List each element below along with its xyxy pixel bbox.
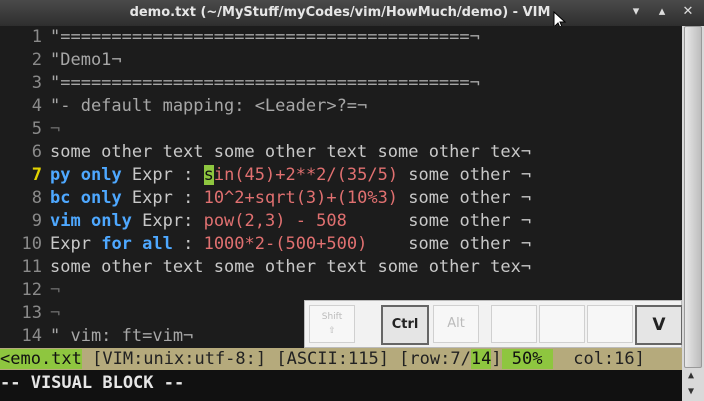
line-number: 12 [21, 280, 42, 300]
text-line: 13 ¬ [0, 302, 61, 325]
line-number: 6 [31, 142, 42, 162]
title-bar: demo.txt (~/MyStuff/myCodes/vim/HowMuch/… [0, 0, 704, 31]
text-line: 2 "Demo1¬ [0, 49, 122, 72]
line-number: 3 [31, 73, 42, 93]
line-text: some other text some other text some oth… [50, 257, 532, 277]
status-col: col:16] [552, 349, 645, 369]
text-line: 10 Expr for all : 1000*2-(500+500) some o… [0, 233, 532, 256]
line-text: " vim: ft=vim¬ [50, 326, 194, 346]
keyword: vim [50, 211, 81, 231]
text-line: 6 some other text some other text some ot… [0, 141, 531, 164]
text-line: 1 "======================================… [0, 26, 480, 49]
shift-key: Shift ⇧ [309, 305, 355, 343]
line-label: Expr: [131, 211, 204, 231]
alt-key: Alt [433, 305, 479, 343]
window-title: demo.txt (~/MyStuff/myCodes/vim/HowMuch/… [129, 5, 551, 20]
line-label: Expr : [121, 188, 204, 208]
line-number: 1 [31, 27, 42, 47]
text-line: 12 ¬ [0, 279, 61, 302]
line-number: 9 [31, 211, 42, 231]
text-line: 4 "- default mapping: <Leader>?=¬ [0, 95, 368, 118]
line-number: 2 [31, 50, 42, 70]
scroll-down-icon[interactable]: ▼ [688, 386, 694, 397]
text-line: 5 ¬ [0, 118, 61, 141]
blank-key [587, 305, 633, 343]
expression: 1000*2-(500+500) [203, 234, 368, 254]
keyword: py [50, 165, 71, 185]
blank-key [539, 305, 585, 343]
close-button[interactable]: ✕ [680, 4, 696, 20]
expression: in(45)+2**2/(35/5) [213, 165, 399, 185]
maximize-button[interactable]: ▴ [654, 4, 670, 20]
text-line: 14 " vim: ft=vim¬ [0, 325, 194, 348]
text-line: 8 bc only Expr : 10^2+sqrt(3)+(10%3) some… [0, 187, 531, 210]
status-filename: <emo.txt [0, 349, 82, 369]
status-row-total: 14 [470, 349, 492, 369]
current-line: 7 py only Expr : sin(45)+2**2/(35/5) some… [0, 164, 531, 187]
line-label: : [172, 234, 204, 254]
line-text: ¬ [50, 280, 61, 300]
line-text: "Demo1¬ [50, 50, 122, 70]
line-tail: some other ¬ [398, 188, 532, 208]
line-label: Expr [50, 234, 91, 254]
expression: 10^2+sqrt(3)+(10%3) [203, 188, 399, 208]
line-text: "=======================================… [50, 27, 480, 47]
status-bracket: ] [491, 349, 502, 369]
shift-key-label: Shift [321, 312, 343, 322]
line-number: 11 [21, 257, 42, 277]
text-line: 9 vim only Expr: pow(2,3) - 508 some othe… [0, 210, 531, 233]
keyword: for all [101, 234, 173, 254]
line-number: 14 [21, 326, 42, 346]
shift-arrow-icon: ⇧ [328, 326, 336, 336]
keyword: only [90, 211, 132, 231]
scroll-up-icon[interactable]: ▲ [688, 370, 694, 381]
line-text: ¬ [50, 303, 61, 323]
line-tail: some other ¬ [398, 165, 532, 185]
vertical-scrollbar[interactable]: ▲ ▼ [682, 26, 704, 401]
expression: pow(2,3) - 508 [203, 211, 347, 231]
line-text: "- default mapping: <Leader>?=¬ [50, 96, 368, 116]
keyword: only [80, 165, 122, 185]
status-percent: 50% [501, 349, 553, 369]
command-line: -- VISUAL BLOCK -- [0, 370, 682, 401]
line-number: 8 [31, 188, 42, 208]
line-text: ¬ [50, 119, 61, 139]
text-line: 11 some other text some other text some o… [0, 256, 532, 279]
line-number: 7 [31, 165, 42, 185]
keyword: only [80, 188, 122, 208]
line-number: 4 [31, 96, 42, 116]
text-line: 3 "======================================… [0, 72, 480, 95]
key-display-overlay: Shift ⇧ Ctrl Alt V [304, 300, 683, 348]
status-line: <emo.txt [VIM:unix:utf-8:] [ASCII:115] [… [0, 348, 682, 370]
status-info: [VIM:unix:utf-8:] [ASCII:115] [row:7/ [81, 349, 471, 369]
visual-block-selection: s [203, 165, 214, 185]
line-number: 5 [31, 119, 42, 139]
line-number: 13 [21, 303, 42, 323]
blank-key [491, 305, 537, 343]
line-tail: some other ¬ [367, 234, 532, 254]
v-key: V [635, 305, 683, 345]
line-text: some other text some other text some oth… [50, 142, 532, 162]
line-number: 10 [21, 234, 42, 254]
line-label: Expr : [121, 165, 204, 185]
line-text: "=======================================… [50, 73, 480, 93]
minimize-button[interactable]: ▾ [628, 4, 644, 20]
scrollbar-thumb[interactable] [684, 26, 702, 368]
line-tail: some other ¬ [346, 211, 532, 231]
ctrl-key: Ctrl [381, 305, 429, 345]
keyword: bc [50, 188, 71, 208]
